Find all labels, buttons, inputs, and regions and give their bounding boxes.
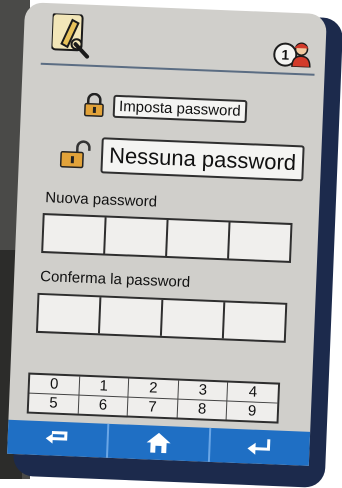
set-password-row[interactable]: Imposta password xyxy=(83,92,248,124)
confirm-password-field[interactable] xyxy=(35,292,288,343)
new-password-digit-1[interactable] xyxy=(43,215,107,254)
screen: 1 Imposta password Nessuna password Nuov… xyxy=(7,2,327,466)
confirm-password-label: Conferma la password xyxy=(39,267,191,291)
new-password-label: Nuova password xyxy=(45,189,158,211)
new-password-field[interactable] xyxy=(41,212,293,263)
enter-icon xyxy=(247,439,271,455)
user-icon xyxy=(291,42,311,68)
key-4[interactable]: 4 xyxy=(227,382,279,404)
back-button[interactable] xyxy=(7,419,110,458)
lock-open-icon xyxy=(59,140,91,169)
enter-button[interactable] xyxy=(210,428,311,466)
key-6[interactable]: 6 xyxy=(78,395,129,416)
confirm-password-digit-3[interactable] xyxy=(161,299,226,339)
new-password-digit-3[interactable] xyxy=(167,220,231,259)
key-9[interactable]: 9 xyxy=(227,402,277,422)
new-password-digit-4[interactable] xyxy=(229,223,290,261)
key-8[interactable]: 8 xyxy=(177,399,228,420)
wrench-icon[interactable] xyxy=(51,13,97,59)
key-7[interactable]: 7 xyxy=(127,397,179,418)
set-password-button[interactable]: Imposta password xyxy=(112,94,248,123)
no-password-button[interactable]: Nessuna password xyxy=(100,137,305,182)
user-badge[interactable]: 1 xyxy=(272,40,314,70)
home-button[interactable] xyxy=(108,423,211,462)
back-arrow-icon xyxy=(45,431,68,444)
confirm-password-digit-4[interactable] xyxy=(224,302,285,340)
key-1[interactable]: 1 xyxy=(79,376,130,398)
key-5[interactable]: 5 xyxy=(28,393,80,414)
key-2[interactable]: 2 xyxy=(128,378,179,400)
key-3[interactable]: 3 xyxy=(178,380,229,402)
numeric-keypad: 0 1 2 3 4 5 6 7 8 9 xyxy=(26,372,281,424)
key-0[interactable]: 0 xyxy=(29,374,80,396)
new-password-digit-2[interactable] xyxy=(105,217,169,257)
confirm-password-digit-1[interactable] xyxy=(38,294,102,334)
home-icon xyxy=(146,432,171,454)
no-password-row[interactable]: Nessuna password xyxy=(58,136,305,182)
lock-closed-icon xyxy=(83,92,104,118)
confirm-password-digit-2[interactable] xyxy=(99,297,164,336)
